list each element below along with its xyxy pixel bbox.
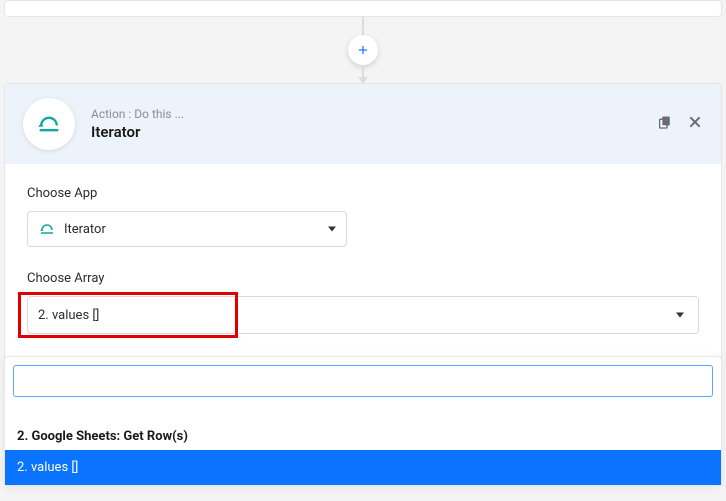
card-body: Choose App Iterator Choose Array 2. valu… (5, 164, 721, 364)
add-step-button[interactable] (348, 35, 378, 65)
iterator-app-icon (23, 98, 75, 150)
copy-step-icon[interactable] (657, 114, 673, 134)
action-card: Action : Do this ... Iterator Choose App… (4, 83, 722, 365)
array-dropdown-panel: 2. Google Sheets: Get Row(s) 2. values [… (4, 356, 722, 486)
choose-array-select[interactable]: 2. values [] (27, 296, 699, 334)
choose-app-select[interactable]: Iterator (27, 211, 347, 247)
connector-arrow (362, 65, 364, 83)
header-subtitle: Action : Do this ... (91, 107, 657, 121)
header-title: Iterator (91, 123, 657, 141)
chevron-down-icon (676, 313, 684, 318)
card-header: Action : Do this ... Iterator (5, 84, 721, 164)
dropdown-item-values[interactable]: 2. values [] (5, 450, 721, 485)
choose-app-value: Iterator (64, 222, 106, 237)
iterator-mini-icon (38, 220, 56, 238)
connector-line (362, 17, 364, 35)
choose-array-label: Choose Array (27, 271, 699, 286)
choose-app-label: Choose App (27, 186, 699, 201)
dropdown-group-header: 2. Google Sheets: Get Row(s) (5, 423, 721, 450)
header-text: Action : Do this ... Iterator (91, 107, 657, 141)
close-icon[interactable] (687, 114, 703, 134)
choose-array-value: 2. values [] (28, 308, 99, 323)
previous-step-card (4, 0, 722, 17)
dropdown-search-input[interactable] (13, 365, 713, 397)
chevron-down-icon (328, 227, 336, 232)
